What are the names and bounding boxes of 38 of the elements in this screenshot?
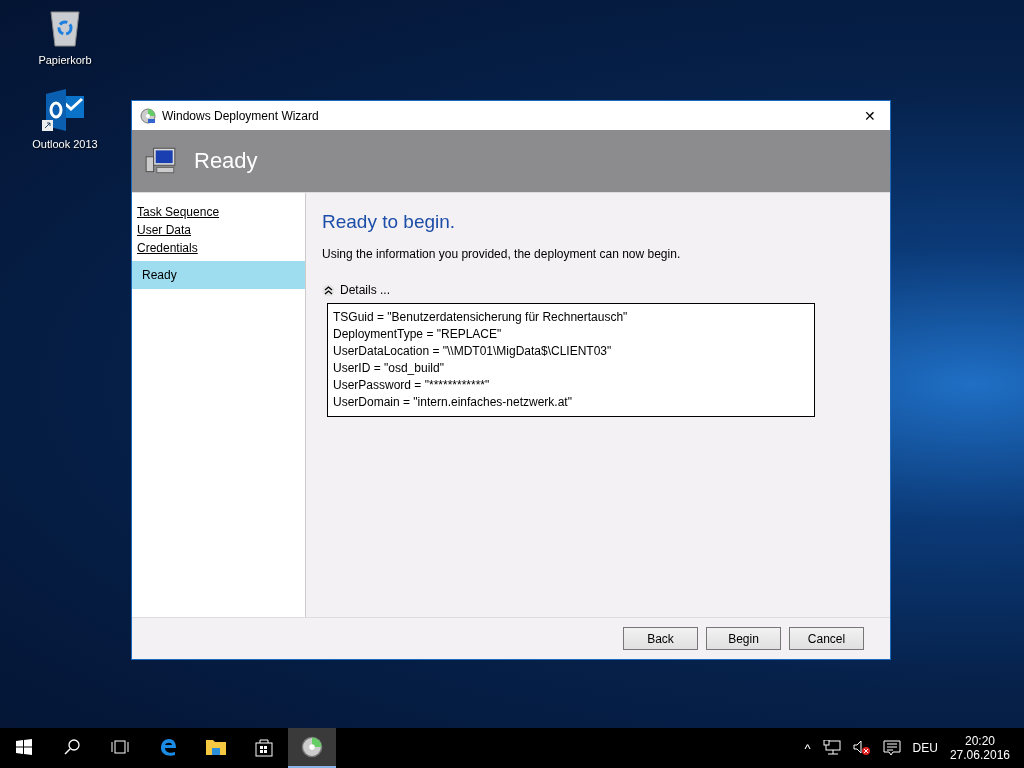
- wizard-button[interactable]: Back: [623, 627, 698, 650]
- page-heading: Ready to begin.: [322, 211, 457, 233]
- details-toggle[interactable]: Details ...: [322, 283, 390, 297]
- clock-date[interactable]: 27.06.2016: [949, 748, 1010, 762]
- sidebar-item[interactable]: Ready: [132, 261, 305, 289]
- wizard-button[interactable]: Cancel: [789, 627, 864, 650]
- detail-line: UserID = "osd_build": [333, 360, 445, 377]
- taskbar-app-button[interactable]: [288, 728, 336, 768]
- browser-e-icon: [158, 737, 178, 757]
- desktop-icon-label[interactable]: Papierkorb: [38, 54, 92, 66]
- detail-line: DeploymentType = "REPLACE": [333, 326, 503, 343]
- search-icon: [64, 739, 80, 755]
- disc-icon: [140, 107, 156, 124]
- notification-icon[interactable]: [882, 740, 901, 756]
- disc-icon: [301, 736, 323, 758]
- detail-line: UserDomain = "intern.einfaches-netzwerk.at": [333, 394, 573, 411]
- clock-time[interactable]: 20:20: [964, 734, 995, 748]
- windows-start-icon: [16, 739, 32, 755]
- detail-line: UserPassword = "************": [333, 377, 491, 394]
- sidebar-item[interactable]: User Data: [132, 221, 305, 239]
- window-title: Windows Deployment Wizard: [162, 108, 320, 123]
- wizard-button[interactable]: Begin: [706, 627, 781, 650]
- desktop-icon-label[interactable]: Outlook 2013: [32, 138, 98, 150]
- recycle-bin-icon: [48, 8, 82, 48]
- tray-chevron[interactable]: ^: [804, 740, 811, 756]
- detail-line: UserDataLocation = "\\MDT01\MigData$\CLIENT03": [333, 343, 613, 360]
- folder-icon: [205, 737, 227, 757]
- detail-line: TSGuid = "Benutzerdatensicherung für Rechnertausch": [333, 309, 629, 326]
- header-title: Ready: [194, 148, 258, 174]
- muted-speaker-icon[interactable]: [852, 740, 871, 756]
- task-view-icon: [110, 740, 130, 754]
- sidebar-item[interactable]: Task Sequence: [132, 203, 305, 221]
- store-bag-icon: [254, 737, 274, 757]
- sidebar-item[interactable]: Credentials: [132, 239, 305, 257]
- language-indicator[interactable]: DEU: [912, 741, 938, 755]
- network-icon[interactable]: [822, 740, 841, 756]
- close-button[interactable]: ✕: [850, 101, 890, 130]
- description-text: Using the information you provided, the deployment can now begin.: [322, 247, 682, 261]
